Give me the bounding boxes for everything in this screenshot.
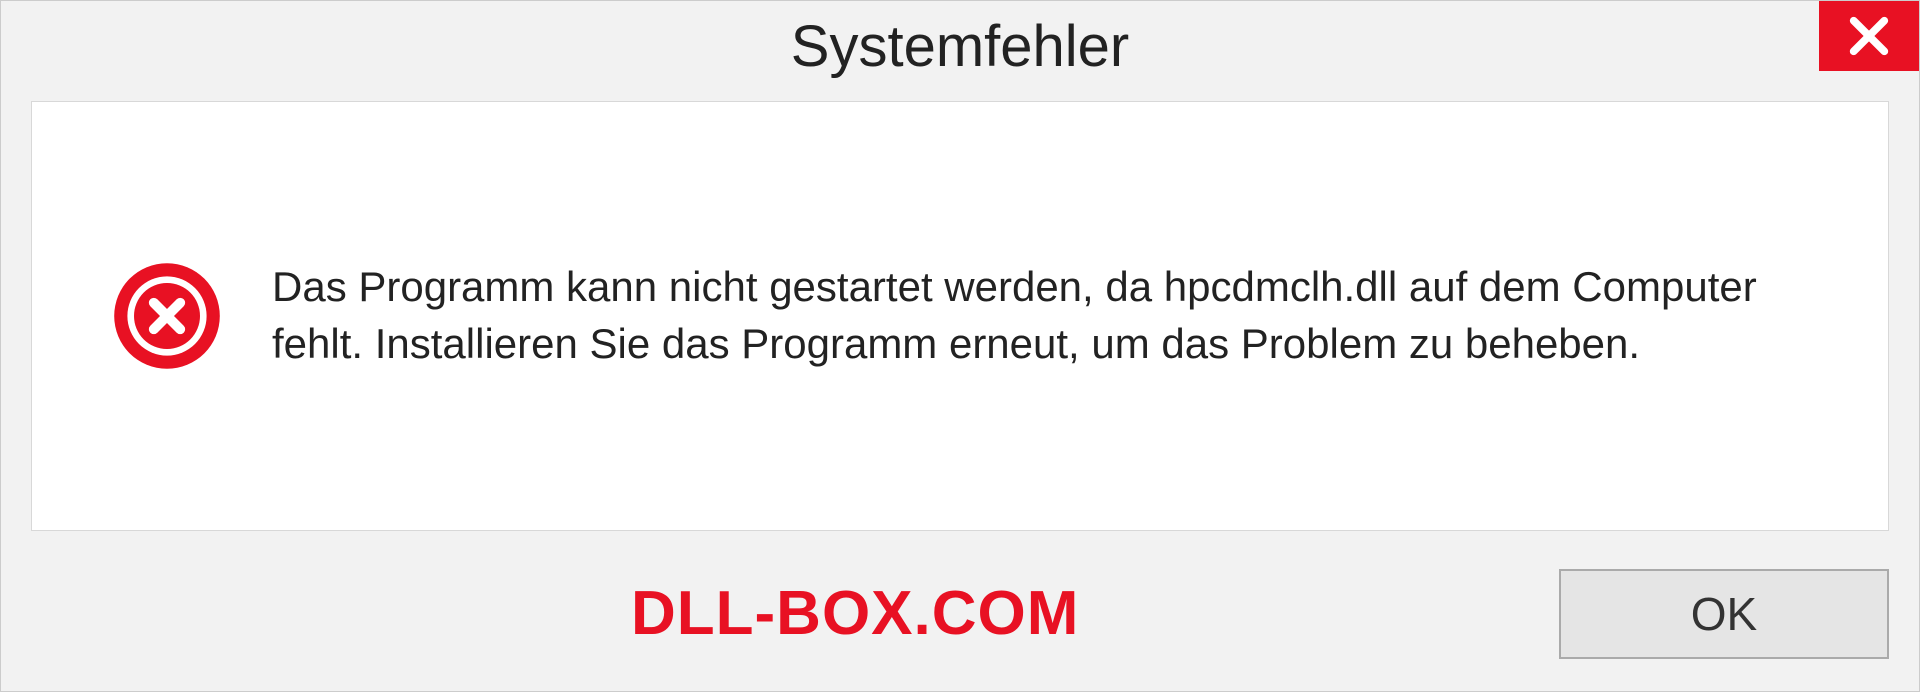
- error-message: Das Programm kann nicht gestartet werden…: [272, 259, 1808, 372]
- dialog-title: Systemfehler: [791, 13, 1129, 80]
- close-icon: [1846, 13, 1892, 59]
- watermark-text: DLL-BOX.COM: [631, 578, 1079, 649]
- error-dialog: Systemfehler Das Programm kann nicht ges…: [0, 0, 1920, 692]
- error-icon: [112, 261, 222, 371]
- ok-button-label: OK: [1691, 587, 1757, 641]
- titlebar: Systemfehler: [1, 1, 1919, 91]
- footer: DLL-BOX.COM OK: [1, 551, 1919, 691]
- close-button[interactable]: [1819, 1, 1919, 71]
- ok-button[interactable]: OK: [1559, 569, 1889, 659]
- content-area: Das Programm kann nicht gestartet werden…: [31, 101, 1889, 531]
